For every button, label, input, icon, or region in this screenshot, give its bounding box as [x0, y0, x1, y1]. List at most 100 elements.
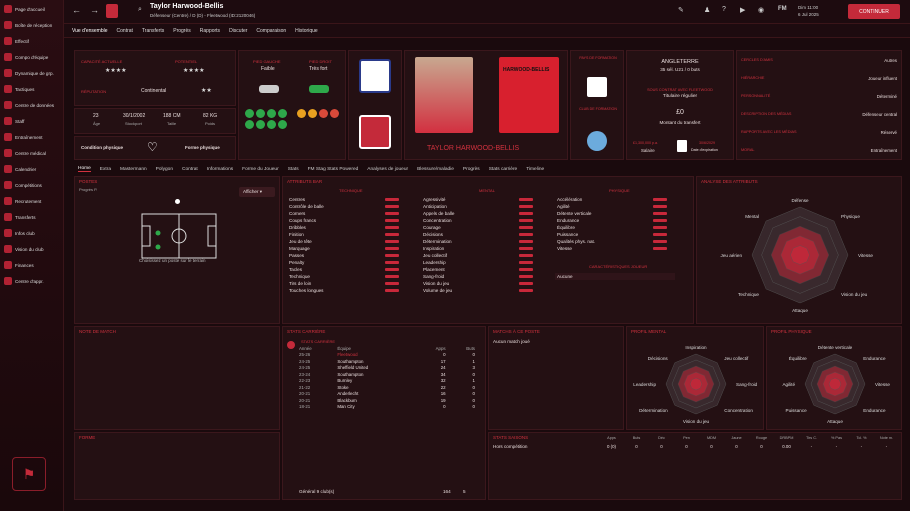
tab-bar: Home Extra Mastermann Polygon Contrat Informa…	[74, 164, 694, 174]
show-dropdown[interactable]: Afficher ▾	[239, 187, 275, 197]
sidebar-item-10[interactable]: Calendrier	[0, 161, 63, 177]
attr-label: Centres	[289, 197, 306, 202]
sidebar-item-3[interactable]: Compo d'équipe	[0, 49, 63, 65]
attr-row: Touches longues	[289, 287, 399, 294]
attr-bar	[385, 254, 399, 257]
sidebar-item-11[interactable]: Compétitions	[0, 177, 63, 193]
attr-bar	[519, 289, 533, 292]
sidebar-item-0[interactable]: Page d'accueil	[0, 1, 63, 17]
sidebar-item-5[interactable]: Tactiques	[0, 81, 63, 97]
nav-14-icon	[4, 229, 12, 237]
tab-2[interactable]: Mastermann	[120, 167, 147, 172]
fee-value: £0	[676, 109, 684, 116]
tab-0[interactable]: Home	[78, 166, 91, 172]
radar-axis-label: Vision du jeu	[683, 419, 710, 424]
sidebar-item-1[interactable]: Boîte de réception	[0, 17, 63, 33]
pot-stars: ★★★★	[183, 68, 205, 74]
tab-5[interactable]: Informations	[207, 167, 233, 172]
sidebar-item-13[interactable]: Transferts	[0, 209, 63, 225]
pitch[interactable]	[141, 213, 217, 259]
ability-panel: Capacité actuelle ★★★★ Potentiel ★★★★ Ré…	[74, 50, 236, 106]
subnav-7[interactable]: Historique	[295, 28, 318, 34]
tab-12[interactable]: Stats carrière	[489, 167, 518, 172]
fm-icon[interactable]: FM	[778, 6, 787, 12]
continue-button[interactable]: CONTINUER	[848, 4, 900, 19]
sidebar-item-8[interactable]: Entraînement	[0, 129, 63, 145]
sidebar-item-9[interactable]: Centre médical	[0, 145, 63, 161]
radar-axis-label: Sang-froid	[736, 382, 758, 387]
tab-9[interactable]: Analyses de joueur	[367, 167, 408, 172]
attr-bar	[519, 212, 533, 215]
club-badge-icon[interactable]	[106, 4, 118, 18]
subnav-3[interactable]: Progrès	[173, 28, 191, 34]
info-key: Cercles d'amis	[741, 58, 773, 62]
tab-7[interactable]: Stats	[288, 167, 299, 172]
date-line1: Dim 11:00	[798, 5, 819, 10]
tab-3[interactable]: Polygon	[156, 167, 173, 172]
sidebar-item-14[interactable]: Infos club	[0, 225, 63, 241]
attr-label: Endurance	[557, 218, 580, 223]
nav-2-icon	[4, 37, 12, 45]
postes-title: Postes	[79, 179, 98, 184]
tab-8[interactable]: FM Stag Stats Powered	[308, 167, 359, 172]
radar-axis-label: Vitesse	[875, 382, 890, 387]
wage-label: Salaire	[641, 148, 655, 153]
radar-axis-label: Endurance	[863, 408, 886, 413]
attr-bar	[653, 240, 667, 243]
season-cell: 0 (0)	[606, 444, 617, 449]
player-subtitle: Défenseur (Centre) / D (D) - Fleetwood (…	[150, 13, 256, 18]
sidebar-item-2[interactable]: Effectif	[0, 33, 63, 49]
attr-bar	[385, 240, 399, 243]
edit-icon[interactable]: ✎	[678, 6, 684, 14]
sidebar-item-4[interactable]: Dynamique de grp.	[0, 65, 63, 81]
sidebar-item-label: Entraînement	[15, 134, 43, 140]
career-panel: Stats carrière Stats carrière Année Équip…	[282, 326, 486, 500]
attr-row: Jeu collectif	[423, 252, 533, 259]
sidebar-item-label: Tactiques	[15, 86, 35, 92]
sidebar-item-16[interactable]: Finances	[0, 257, 63, 273]
forward-arrow-icon[interactable]: →	[90, 5, 99, 15]
search-icon[interactable]: ⌕	[138, 6, 142, 14]
subnav-5[interactable]: Discuter	[229, 28, 247, 34]
tab-6[interactable]: Forme du Joueur	[242, 167, 279, 172]
social-icon[interactable]: ◉	[758, 6, 764, 14]
subnav: Vue d'ensemble Contrat Transferts Progrès Ra…	[64, 24, 910, 38]
subnav-6[interactable]: Comparaison	[256, 28, 286, 34]
career-total-label: Général 9 club(s)	[299, 489, 335, 494]
radar-axis-label: Technique	[738, 292, 759, 297]
sidebar-item-12[interactable]: Recrutement	[0, 193, 63, 209]
sidebar-item-17[interactable]: Centre d'appr.	[0, 273, 63, 289]
pawn-icon[interactable]: ♟	[704, 6, 710, 14]
postes-panel: Postes Progrès P. Afficher ▾ Choisissez …	[74, 176, 280, 324]
info-value: Autres	[884, 57, 897, 63]
analyse-title: Analyse des attributs	[701, 179, 758, 184]
tab-11[interactable]: Progrès	[463, 167, 480, 172]
subnav-2[interactable]: Transferts	[142, 28, 164, 34]
subnav-0[interactable]: Vue d'ensemble	[72, 28, 108, 34]
nav-9-icon	[4, 149, 12, 157]
nav-15-icon	[4, 245, 12, 253]
tab-1[interactable]: Extra	[100, 167, 111, 172]
trait-icons	[245, 109, 287, 129]
sidebar-item-7[interactable]: Staff	[0, 113, 63, 129]
attr-label: Marquage	[289, 246, 310, 251]
attr-bar	[385, 247, 399, 250]
attr-label: Vitesse	[557, 246, 572, 251]
radar-axis-label: Décisions	[648, 356, 669, 361]
subnav-4[interactable]: Rapports	[200, 28, 220, 34]
sidebar-item-6[interactable]: Centre de données	[0, 97, 63, 113]
table-row[interactable]: 18-21 Man City 0 0	[297, 404, 477, 411]
trait-icons-2	[297, 109, 339, 118]
back-arrow-icon[interactable]: ←	[72, 5, 81, 15]
help-icon[interactable]: ?	[722, 6, 726, 13]
nation-badge-panel	[348, 50, 402, 160]
bio-panel: 23 Âge 30/1/2002 Stockport 188 CM Taille…	[74, 108, 236, 134]
subnav-1[interactable]: Contrat	[117, 28, 133, 34]
attr-label: Inspiration	[423, 246, 445, 251]
analyse-panel: Analyse des attributs Défense Physique Vit…	[696, 176, 902, 324]
youtube-icon[interactable]: ▶	[740, 6, 745, 14]
sidebar-item-15[interactable]: Vision du club	[0, 241, 63, 257]
tab-10[interactable]: Blessure/maladie	[417, 167, 454, 172]
tab-4[interactable]: Contrat	[182, 167, 198, 172]
tab-13[interactable]: Timeline	[526, 167, 544, 172]
